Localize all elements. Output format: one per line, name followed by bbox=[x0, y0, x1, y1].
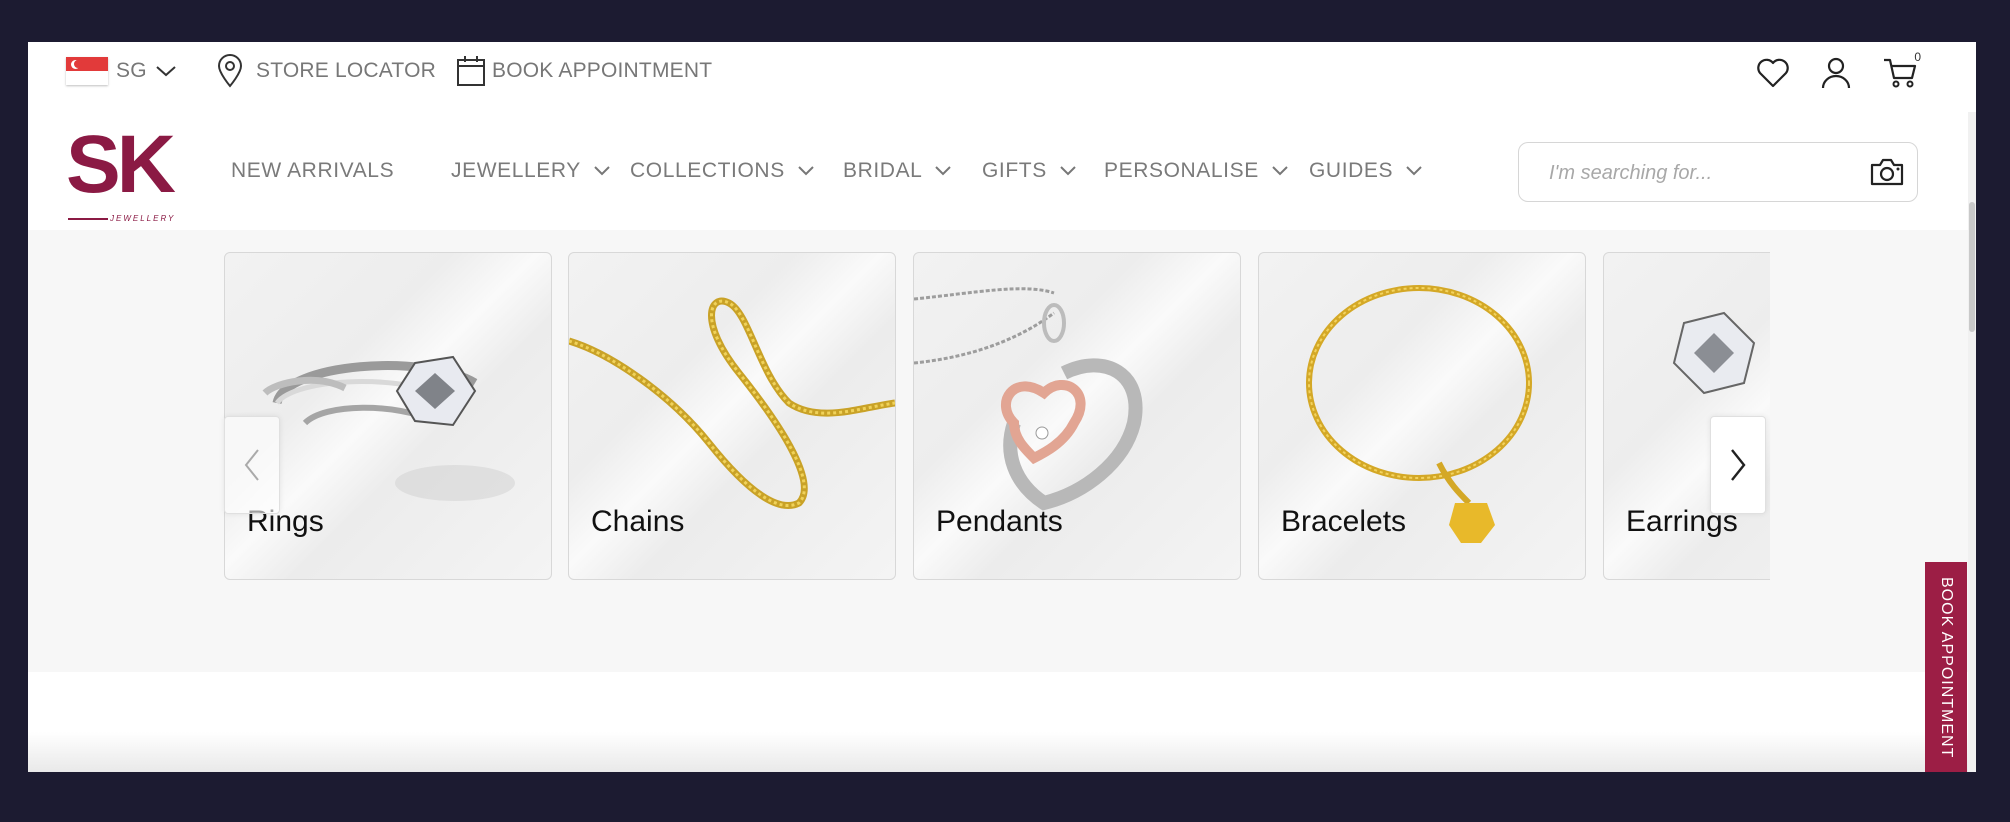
logo-subtext: JEWELLERY bbox=[110, 214, 176, 223]
book-appointment-side-tab[interactable]: BOOK APPOINTMENT bbox=[1925, 562, 1967, 772]
chevron-down-icon bbox=[935, 166, 952, 176]
nav-label: PERSONALISE bbox=[1104, 159, 1259, 182]
nav-label: COLLECTIONS bbox=[630, 159, 785, 182]
nav-guides[interactable]: GUIDES bbox=[1309, 112, 1423, 230]
book-appointment-label: BOOK APPOINTMENT bbox=[492, 59, 713, 82]
search-input[interactable] bbox=[1547, 157, 1851, 189]
account-button[interactable] bbox=[1819, 56, 1853, 90]
store-locator-label: STORE LOCATOR bbox=[256, 59, 436, 82]
main-header: SK JEWELLERY NEW ARRIVALS JEWELLERY COLL… bbox=[28, 112, 1976, 231]
nav-label: GUIDES bbox=[1309, 159, 1394, 182]
nav-personalise[interactable]: PERSONALISE bbox=[1104, 112, 1289, 230]
browser-viewport: SG STORE LOCATOR BOOK APPOINTMENT 0 SK J… bbox=[28, 42, 1976, 772]
nav-label: JEWELLERY bbox=[451, 159, 581, 182]
nav-label: GIFTS bbox=[982, 159, 1047, 182]
category-label: Bracelets bbox=[1281, 505, 1407, 538]
nav-label: BRIDAL bbox=[843, 159, 923, 182]
utility-bar: SG STORE LOCATOR BOOK APPOINTMENT 0 bbox=[28, 42, 1976, 113]
cart-button[interactable]: 0 bbox=[1883, 50, 1921, 90]
nav-jewellery[interactable]: JEWELLERY bbox=[451, 112, 611, 230]
category-card-pendants[interactable]: Pendants bbox=[913, 252, 1241, 580]
chevron-down-icon bbox=[156, 66, 176, 77]
calendar-icon bbox=[457, 56, 485, 86]
chevron-down-icon bbox=[1272, 166, 1288, 176]
category-label: Chains bbox=[591, 505, 685, 538]
logo-text: SK bbox=[66, 119, 176, 210]
country-code: SG bbox=[116, 59, 147, 82]
singapore-flag-icon bbox=[66, 57, 108, 85]
category-label: Pendants bbox=[936, 505, 1063, 538]
camera-icon bbox=[1870, 158, 1904, 186]
chevron-right-icon bbox=[1731, 449, 1746, 481]
chevron-down-icon bbox=[1406, 166, 1422, 176]
store-locator-link[interactable]: STORE LOCATOR bbox=[216, 42, 436, 100]
chevron-down-icon bbox=[594, 166, 610, 176]
side-tab-label: BOOK APPOINTMENT bbox=[1938, 577, 1955, 759]
category-carousel: Rings Chains Pendants Bracelets Earrings bbox=[224, 252, 1770, 582]
scrollbar-thumb[interactable] bbox=[1969, 202, 1975, 332]
sk-jewellery-logo[interactable]: SK JEWELLERY bbox=[66, 124, 186, 224]
chevron-down-icon bbox=[1060, 166, 1076, 176]
category-card-chains[interactable]: Chains bbox=[568, 252, 896, 580]
chevron-down-icon bbox=[798, 166, 814, 176]
image-search-button[interactable] bbox=[1869, 157, 1905, 192]
carousel-prev-button[interactable] bbox=[224, 416, 280, 514]
nav-label: NEW ARRIVALS bbox=[231, 159, 395, 182]
user-icon bbox=[1821, 57, 1851, 89]
shopping-cart-icon bbox=[1884, 58, 1917, 88]
heart-icon bbox=[1757, 58, 1789, 88]
carousel-next-button[interactable] bbox=[1710, 416, 1766, 514]
nav-new-arrivals[interactable]: NEW ARRIVALS bbox=[231, 112, 394, 230]
wishlist-button[interactable] bbox=[1756, 56, 1790, 90]
section-divider bbox=[28, 732, 1976, 772]
nav-collections[interactable]: COLLECTIONS bbox=[630, 112, 815, 230]
category-card-bracelets[interactable]: Bracelets bbox=[1258, 252, 1586, 580]
search-box bbox=[1518, 142, 1918, 202]
chevron-left-icon bbox=[244, 449, 259, 481]
map-pin-icon bbox=[217, 54, 243, 88]
category-section: Rings Chains Pendants Bracelets Earrings bbox=[28, 230, 1976, 672]
nav-bridal[interactable]: BRIDAL bbox=[843, 112, 952, 230]
nav-gifts[interactable]: GIFTS bbox=[982, 112, 1077, 230]
cart-count-badge: 0 bbox=[1914, 50, 1921, 64]
book-appointment-link[interactable]: BOOK APPOINTMENT bbox=[456, 42, 712, 100]
country-selector[interactable]: SG bbox=[66, 42, 177, 100]
